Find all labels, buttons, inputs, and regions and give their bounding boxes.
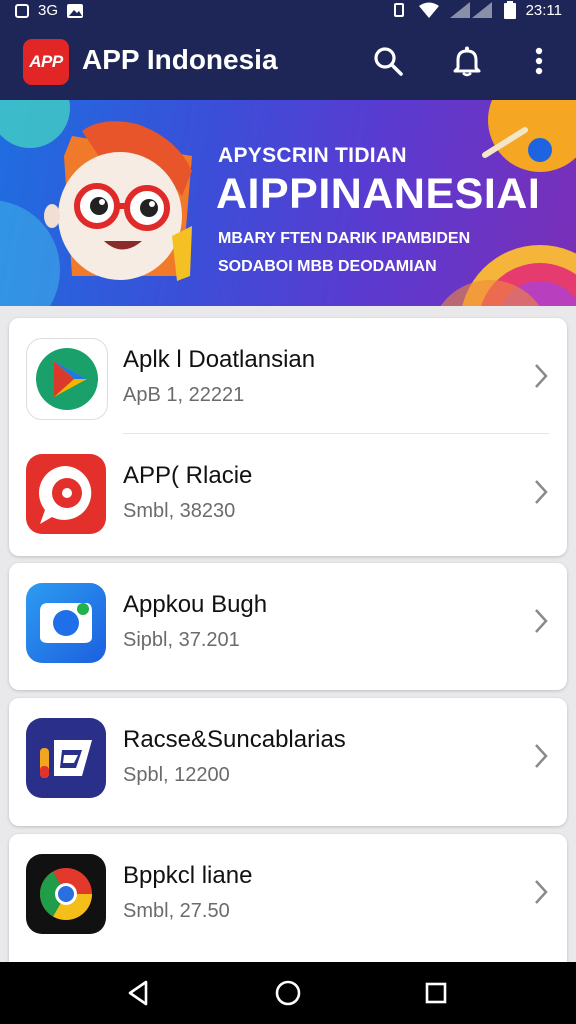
- app-subtitle: ApB 1, 22221: [123, 384, 245, 406]
- app-bar: APP APP Indonesia: [0, 22, 576, 100]
- mascot-illustration: [44, 121, 192, 281]
- app-name: Racse&Suncablarias: [123, 726, 346, 753]
- app-card: Appkou Bugh Sipbl, 37.201: [9, 563, 567, 690]
- app-name: Bppkcl liane: [123, 862, 253, 889]
- chevron-right-icon: [535, 880, 548, 904]
- app-card-group: Aplk l Doatlansian ApB 1, 22221 APP( Rla…: [9, 318, 567, 556]
- app-name: Aplk l Doatlansian: [123, 346, 316, 373]
- banner-line-1: MBARY FTEN DARIK IPAMBIDEN: [218, 230, 471, 247]
- banner-line-2: SODABOI MBB DEODAMIAN: [218, 258, 437, 275]
- chevron-right-icon: [535, 480, 548, 504]
- search-icon[interactable]: [371, 44, 405, 78]
- app-logo: APP: [23, 39, 69, 85]
- list-item[interactable]: Appkou Bugh Sipbl, 37.201: [9, 563, 567, 679]
- more-vert-icon[interactable]: [522, 44, 556, 78]
- app-subtitle: Spbl, 12200: [123, 764, 230, 786]
- bell-icon[interactable]: [450, 44, 484, 78]
- app-subtitle: Smbl, 38230: [123, 500, 236, 522]
- chrome-icon: [26, 854, 106, 934]
- wifi-icon: [418, 2, 439, 18]
- chevron-right-icon: [535, 744, 548, 768]
- system-nav-bar: [0, 962, 576, 1024]
- app-subtitle: Smbl, 27.50: [123, 900, 230, 922]
- home-icon[interactable]: [272, 977, 304, 1009]
- list-item[interactable]: Aplk l Doatlansian ApB 1, 22221: [9, 318, 567, 434]
- list-item[interactable]: APP( Rlacie Smbl, 38230: [9, 434, 567, 550]
- app-card: Racse&Suncablarias Spbl, 12200: [9, 698, 567, 826]
- app-subtitle: Sipbl, 37.201: [123, 629, 240, 651]
- mail-icon: [26, 718, 106, 798]
- banner-subtitle: APYSCRIN TIDIAN: [218, 144, 407, 167]
- promo-banner[interactable]: APYSCRIN TIDIAN AIPPINANESIAI MBARY FTEN…: [0, 100, 576, 306]
- play-store-icon: [26, 338, 108, 420]
- list-item[interactable]: Racse&Suncablarias Spbl, 12200: [9, 698, 567, 814]
- status-bar: 3G 23:11: [0, 0, 576, 22]
- page-title: APP Indonesia: [82, 44, 278, 75]
- camera-icon: [26, 583, 106, 663]
- clock: 23:11: [525, 1, 562, 19]
- app-name: APP( Rlacie: [123, 462, 253, 489]
- image-icon: [67, 3, 84, 18]
- battery-icon: [503, 1, 516, 19]
- vibrate-icon: [393, 3, 404, 17]
- banner-title: AIPPINANESIAI: [216, 170, 541, 218]
- chevron-right-icon: [535, 364, 548, 388]
- chevron-right-icon: [535, 609, 548, 633]
- app-card: Bppkcl liane Smbl, 27.50: [9, 834, 567, 974]
- network-label: 3G: [38, 2, 59, 19]
- chat-bubble-icon: [26, 454, 106, 534]
- back-icon[interactable]: [122, 977, 154, 1009]
- signal-icon: [449, 2, 492, 18]
- recents-icon[interactable]: [420, 977, 452, 1009]
- app-name: Appkou Bugh: [123, 591, 268, 618]
- notification-icon: [15, 3, 29, 18]
- list-item[interactable]: Bppkcl liane Smbl, 27.50: [9, 834, 567, 950]
